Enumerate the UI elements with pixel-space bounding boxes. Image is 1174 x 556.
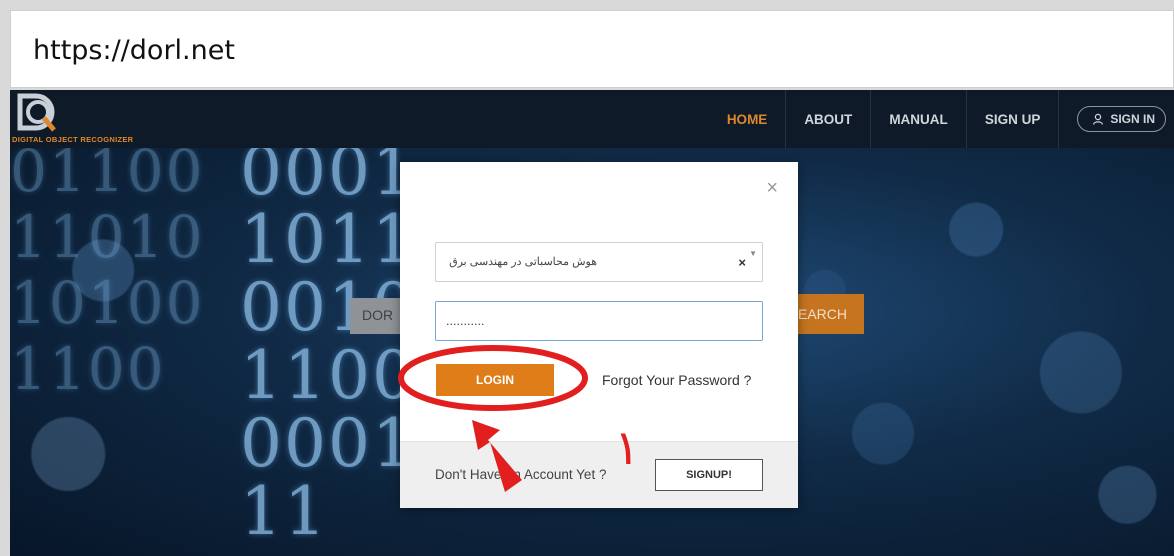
- nav-item-signup[interactable]: SIGN UP: [967, 90, 1060, 148]
- modal-footer: Don't Have An Account Yet ? SIGNUP!: [400, 441, 798, 508]
- annotation-step-label: ۱: [614, 420, 640, 476]
- logo[interactable]: DIGITAL OBJECT RECOGNIZER: [12, 92, 182, 146]
- top-navbar: DIGITAL OBJECT RECOGNIZER HOME ABOUT MAN…: [10, 90, 1174, 148]
- course-select[interactable]: هوش محاسباتی در مهندسی برق × ▼: [435, 242, 763, 282]
- url-text: https://dorl.net: [33, 35, 235, 66]
- hero-search-button[interactable]: EARCH: [792, 294, 864, 334]
- clear-selection-icon[interactable]: ×: [738, 255, 746, 270]
- url-caption-bar: https://dorl.net: [10, 10, 1174, 88]
- chevron-down-icon[interactable]: ▼: [749, 249, 757, 258]
- logo-icon: [17, 93, 56, 132]
- login-modal: × هوش محاسباتی در مهندسی برق × ▼ LOGIN F…: [400, 162, 798, 508]
- course-select-value: هوش محاسباتی در مهندسی برق: [449, 256, 597, 268]
- close-icon[interactable]: ×: [766, 178, 778, 198]
- nav-menu: HOME ABOUT MANUAL SIGN UP SIGN IN: [709, 90, 1174, 148]
- website-viewport: 0110011010101001100 00011011001011000001…: [10, 90, 1174, 556]
- nav-item-manual[interactable]: MANUAL: [871, 90, 967, 148]
- logo-text: DIGITAL OBJECT RECOGNIZER: [12, 135, 134, 144]
- nav-item-about[interactable]: ABOUT: [786, 90, 872, 148]
- password-field[interactable]: [435, 301, 763, 341]
- binary-digits-left: 0110011010101001100: [10, 148, 205, 403]
- user-icon: [1093, 113, 1104, 125]
- forgot-password-link[interactable]: Forgot Your Password ?: [602, 372, 751, 388]
- login-button[interactable]: LOGIN: [436, 364, 554, 396]
- nav-item-home[interactable]: HOME: [709, 90, 787, 148]
- signin-label: SIGN IN: [1110, 112, 1155, 126]
- no-account-text: Don't Have An Account Yet ?: [435, 467, 607, 482]
- signup-button[interactable]: SIGNUP!: [655, 459, 763, 491]
- nav-signin-wrapper: SIGN IN: [1059, 90, 1174, 148]
- signin-button[interactable]: SIGN IN: [1077, 106, 1166, 132]
